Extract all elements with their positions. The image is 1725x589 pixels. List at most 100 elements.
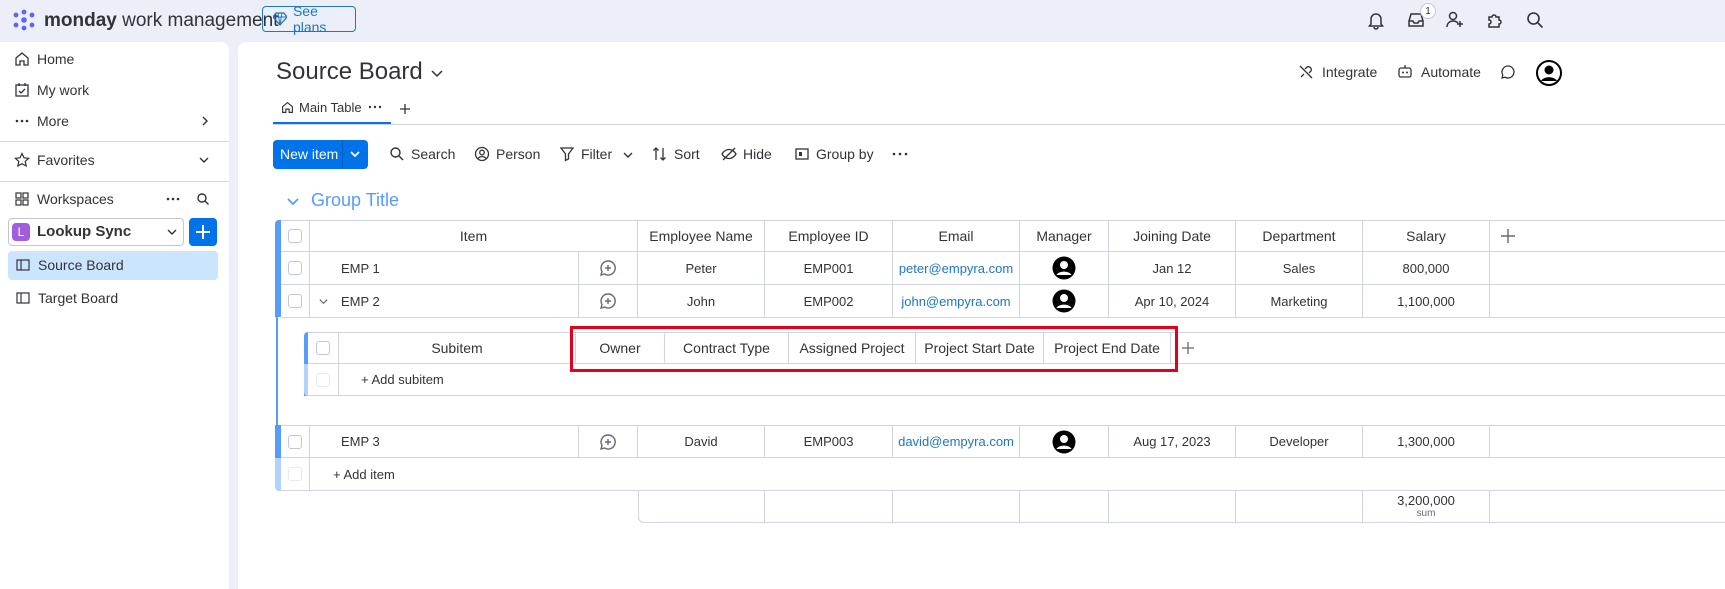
updates-cell[interactable] bbox=[579, 425, 638, 458]
invite-user-icon[interactable] bbox=[1445, 10, 1467, 32]
sidebar-item-favorites[interactable]: Favorites bbox=[0, 146, 229, 174]
add-column-icon[interactable] bbox=[1500, 228, 1516, 244]
updates-cell[interactable] bbox=[579, 285, 638, 318]
user-avatar[interactable] bbox=[1536, 60, 1562, 86]
automate-button[interactable]: Automate bbox=[1397, 64, 1481, 80]
chevron-down-icon[interactable] bbox=[349, 148, 361, 160]
workspace-search-icon[interactable] bbox=[196, 192, 210, 206]
salary-cell[interactable]: 1,100,000 bbox=[1363, 285, 1490, 318]
column-header-employee-name[interactable]: Employee Name bbox=[638, 220, 765, 252]
search-icon[interactable] bbox=[1525, 10, 1547, 32]
sidebar-item-label: Target Board bbox=[38, 290, 119, 306]
email-cell[interactable]: david@empyra.com bbox=[893, 425, 1020, 458]
item-name-cell[interactable]: EMP 2 bbox=[310, 285, 579, 318]
manager-cell[interactable] bbox=[1020, 425, 1109, 458]
eye-off-icon bbox=[721, 147, 737, 161]
column-header-department[interactable]: Department bbox=[1236, 220, 1363, 252]
add-item-select-cell bbox=[281, 458, 310, 491]
column-header-salary[interactable]: Salary bbox=[1363, 220, 1490, 252]
search-button[interactable]: Search bbox=[389, 146, 455, 162]
chevron-down-icon[interactable] bbox=[286, 194, 300, 208]
plus-icon bbox=[196, 225, 210, 239]
chat-bubble-icon[interactable] bbox=[1500, 64, 1516, 80]
manager-cell[interactable] bbox=[1020, 285, 1109, 318]
apps-puzzle-icon[interactable] bbox=[1485, 10, 1507, 32]
group-by-button[interactable]: Group by bbox=[794, 146, 874, 162]
bell-icon[interactable] bbox=[1366, 10, 1388, 32]
row-checkbox[interactable] bbox=[288, 261, 302, 275]
calendar-check-icon bbox=[15, 83, 29, 97]
joining-date-cell[interactable]: Apr 10, 2024 bbox=[1109, 285, 1236, 318]
sort-button[interactable]: Sort bbox=[652, 146, 700, 162]
salary-sum-cell[interactable]: 3,200,000 sum bbox=[1363, 491, 1490, 523]
add-to-workspace-button[interactable] bbox=[189, 218, 217, 246]
see-plans-button[interactable]: See plans bbox=[262, 3, 356, 35]
add-view-icon[interactable] bbox=[399, 103, 411, 115]
workspaces-grid-icon bbox=[15, 192, 29, 206]
add-item-button[interactable]: + Add item bbox=[310, 458, 1725, 491]
more-options-icon[interactable] bbox=[892, 150, 908, 158]
department-cell[interactable]: Marketing bbox=[1236, 285, 1363, 318]
empty-cell bbox=[1490, 252, 1725, 285]
item-name-cell[interactable]: EMP 1 bbox=[310, 252, 579, 285]
department-cell[interactable]: Developer bbox=[1236, 425, 1363, 458]
tab-main-table[interactable]: Main Table bbox=[281, 100, 362, 115]
column-header-manager[interactable]: Manager bbox=[1020, 220, 1109, 252]
department-cell[interactable]: Sales bbox=[1236, 252, 1363, 285]
email-cell[interactable]: john@empyra.com bbox=[893, 285, 1020, 318]
column-header-item[interactable]: Item bbox=[310, 220, 638, 252]
sidebar-board-target[interactable]: Target Board bbox=[0, 284, 229, 312]
empty-cell bbox=[1490, 425, 1725, 458]
sidebar-board-source[interactable]: Source Board bbox=[0, 251, 229, 279]
row-checkbox[interactable] bbox=[288, 294, 302, 308]
employee-id-cell[interactable]: EMP002 bbox=[765, 285, 893, 318]
item-name-cell[interactable]: EMP 3 bbox=[310, 425, 579, 458]
sidebar-item-my-work[interactable]: My work bbox=[0, 76, 229, 104]
manager-cell[interactable] bbox=[1020, 252, 1109, 285]
automate-label: Automate bbox=[1421, 64, 1481, 80]
chevron-down-icon[interactable] bbox=[318, 296, 329, 307]
monday-logo-icon[interactable] bbox=[12, 9, 36, 31]
column-header-joining-date[interactable]: Joining Date bbox=[1109, 220, 1236, 252]
workspace-avatar: L bbox=[12, 223, 30, 241]
chevron-down-icon[interactable] bbox=[622, 149, 634, 161]
filter-icon bbox=[559, 147, 575, 162]
group-title[interactable]: Group Title bbox=[311, 190, 399, 211]
salary-cell[interactable]: 800,000 bbox=[1363, 252, 1490, 285]
joining-date-cell[interactable]: Jan 12 bbox=[1109, 252, 1236, 285]
column-header-email[interactable]: Email bbox=[893, 220, 1020, 252]
chevron-down-icon[interactable] bbox=[430, 66, 444, 80]
subitem-column-header[interactable]: Subitem bbox=[339, 332, 576, 364]
sidebar-item-home[interactable]: Home bbox=[0, 45, 229, 73]
salary-cell[interactable]: 1,300,000 bbox=[1363, 425, 1490, 458]
brand-name[interactable]: monday work management bbox=[44, 10, 278, 32]
new-item-label: New item bbox=[280, 146, 339, 162]
sidebar-item-more[interactable]: More bbox=[0, 107, 229, 135]
add-subitem-column-icon[interactable] bbox=[1181, 341, 1195, 355]
joining-date-cell[interactable]: Aug 17, 2023 bbox=[1109, 425, 1236, 458]
subitem-select-all-checkbox[interactable] bbox=[316, 341, 330, 355]
row-checkbox[interactable] bbox=[288, 434, 302, 449]
email-cell[interactable]: peter@empyra.com bbox=[893, 252, 1020, 285]
column-header-employee-id[interactable]: Employee ID bbox=[765, 220, 893, 252]
updates-cell[interactable] bbox=[579, 252, 638, 285]
employee-name-cell[interactable]: David bbox=[638, 425, 765, 458]
add-column-cell bbox=[1490, 220, 1725, 252]
tab-label: Main Table bbox=[299, 100, 362, 115]
employee-id-cell[interactable]: EMP003 bbox=[765, 425, 893, 458]
board-title[interactable]: Source Board bbox=[276, 58, 423, 86]
employee-name-cell[interactable]: Peter bbox=[638, 252, 765, 285]
integrate-button[interactable]: Integrate bbox=[1298, 64, 1377, 80]
workspace-options-icon[interactable] bbox=[165, 193, 181, 205]
filter-button[interactable]: Filter bbox=[559, 146, 612, 162]
new-item-divider bbox=[342, 140, 343, 169]
select-all-checkbox[interactable] bbox=[288, 229, 302, 243]
sidebar-item-label: Source Board bbox=[38, 257, 124, 273]
sidebar-item-workspaces[interactable]: Workspaces bbox=[0, 185, 229, 213]
hide-button[interactable]: Hide bbox=[721, 146, 772, 162]
row-select-cell bbox=[281, 425, 310, 458]
employee-name-cell[interactable]: John bbox=[638, 285, 765, 318]
person-filter-button[interactable]: Person bbox=[474, 146, 540, 162]
employee-id-cell[interactable]: EMP001 bbox=[765, 252, 893, 285]
tab-options-icon[interactable] bbox=[368, 103, 382, 111]
